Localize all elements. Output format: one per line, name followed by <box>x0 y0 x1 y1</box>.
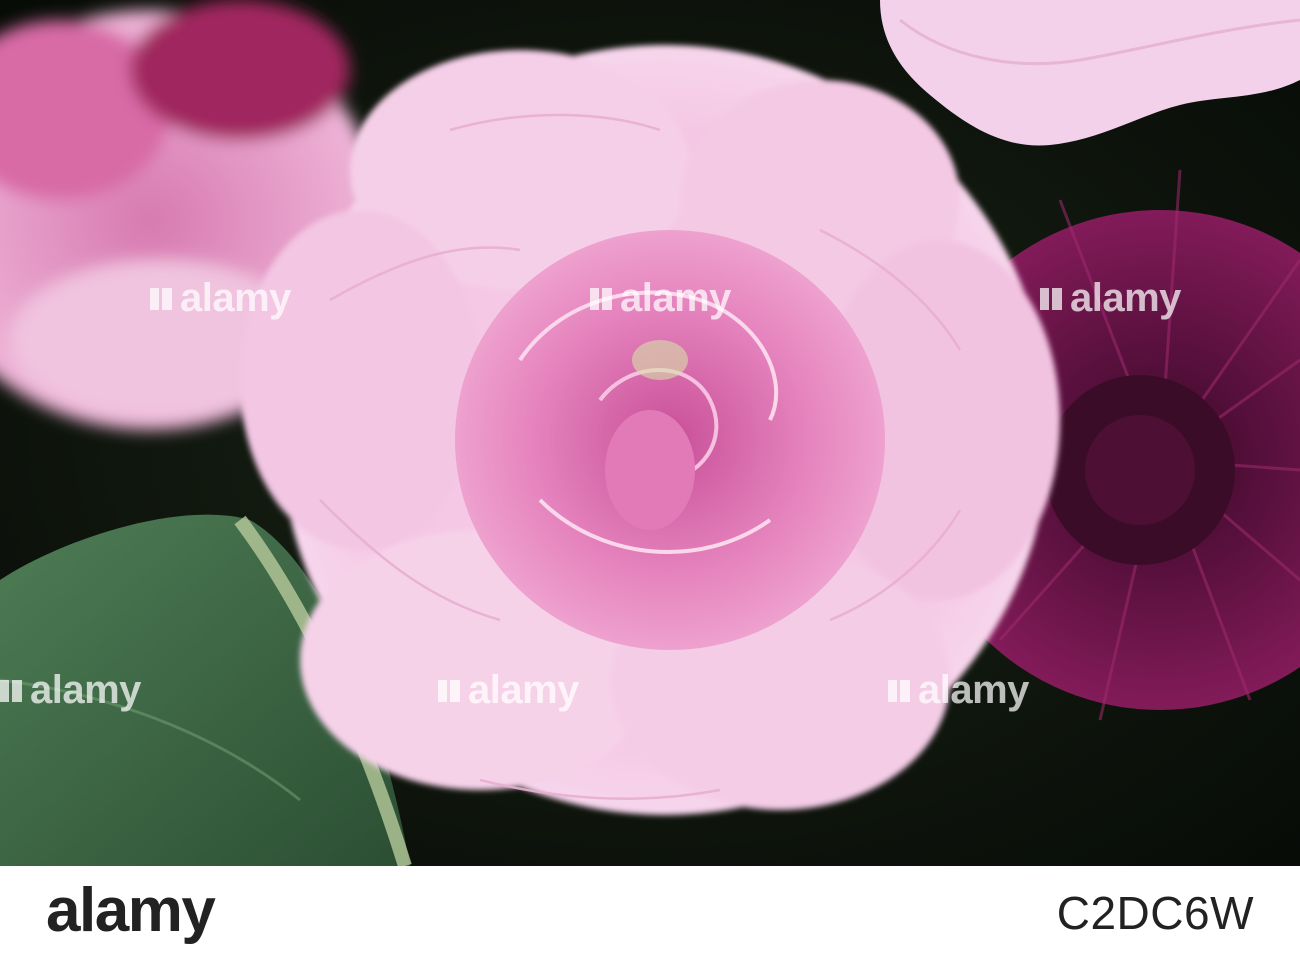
brand-logo: alamy <box>46 876 216 945</box>
footer-bar: alamy C2DC6W <box>0 866 1300 956</box>
watermark-logo-icon <box>590 287 612 310</box>
image-code: C2DC6W <box>1056 887 1254 939</box>
watermark-logo-icon <box>150 287 172 310</box>
watermark: alamy <box>888 668 1029 713</box>
photo: alamy alamy alamy alamy alamy alamy <box>0 0 1300 866</box>
watermark-logo-icon <box>1040 287 1062 310</box>
watermark: alamy <box>0 668 141 713</box>
watermark-logo-icon <box>888 679 910 702</box>
watermark: alamy <box>1040 276 1181 321</box>
watermark: alamy <box>150 276 291 321</box>
watermark: alamy <box>438 668 579 713</box>
watermark-logo-icon <box>438 679 460 702</box>
watermark: alamy <box>590 276 731 321</box>
watermark-logo-icon <box>0 679 22 702</box>
flower-photo-illustration <box>0 0 1300 866</box>
